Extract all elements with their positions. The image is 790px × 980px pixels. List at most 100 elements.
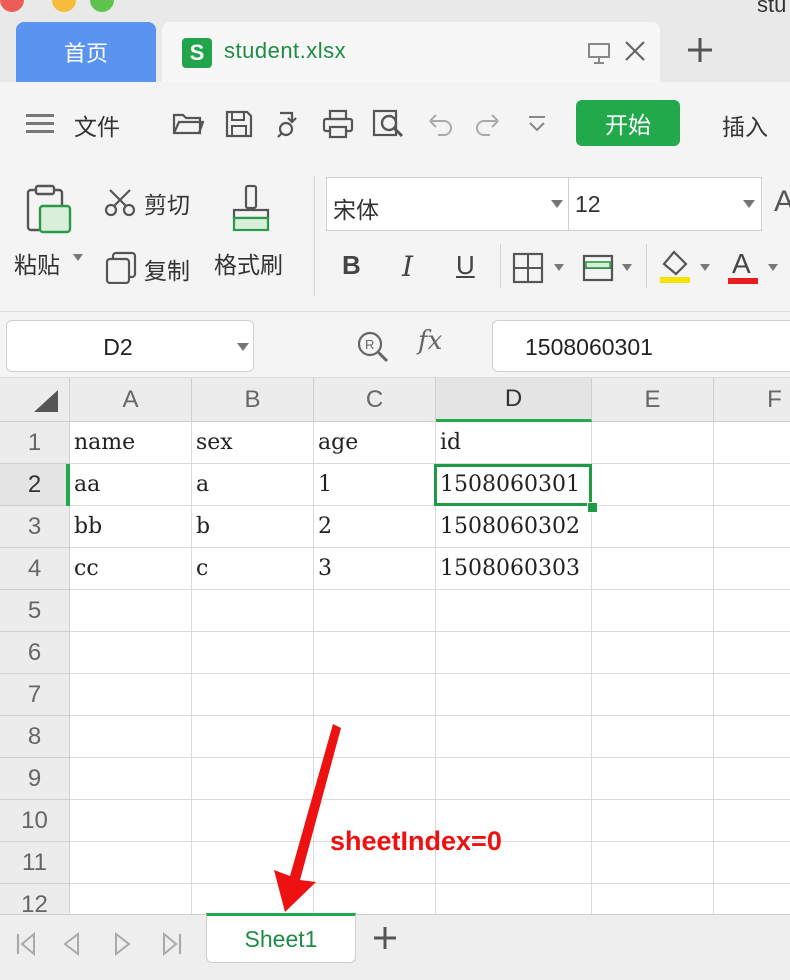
cell-f10[interactable] bbox=[714, 800, 790, 842]
cell-c1[interactable]: age bbox=[314, 422, 436, 464]
cell-f8[interactable] bbox=[714, 716, 790, 758]
undo-icon[interactable] bbox=[426, 109, 454, 137]
cell-f3[interactable] bbox=[714, 506, 790, 548]
save-icon[interactable] bbox=[224, 109, 254, 139]
cell-e8[interactable] bbox=[592, 716, 714, 758]
select-all-corner[interactable] bbox=[0, 378, 70, 422]
cell-b1[interactable]: sex bbox=[192, 422, 314, 464]
row-header-4[interactable]: 4 bbox=[0, 548, 70, 590]
cell-a4[interactable]: cc bbox=[70, 548, 192, 590]
minimize-window-button[interactable] bbox=[52, 0, 76, 12]
cell-e3[interactable] bbox=[592, 506, 714, 548]
cell-a3[interactable]: bb bbox=[70, 506, 192, 548]
font-size-select[interactable]: 12 bbox=[568, 177, 762, 231]
cell-c4[interactable]: 3 bbox=[314, 548, 436, 590]
file-menu[interactable]: 文件 bbox=[74, 108, 120, 142]
font-family-select[interactable]: 宋体 bbox=[326, 177, 568, 231]
tab-start[interactable]: 开始 bbox=[576, 100, 680, 146]
cell-f11[interactable] bbox=[714, 842, 790, 884]
merge-dropdown-arrow[interactable] bbox=[622, 264, 632, 271]
row-header-7[interactable]: 7 bbox=[0, 674, 70, 716]
cell-f4[interactable] bbox=[714, 548, 790, 590]
row-header-10[interactable]: 10 bbox=[0, 800, 70, 842]
cell-e5[interactable] bbox=[592, 590, 714, 632]
paste-dropdown-arrow[interactable] bbox=[73, 254, 83, 261]
bold-button[interactable]: B bbox=[342, 250, 361, 281]
cell-c2[interactable]: 1 bbox=[314, 464, 436, 506]
column-header-a[interactable]: A bbox=[70, 378, 192, 422]
cell-d3[interactable]: 1508060302 bbox=[436, 506, 592, 548]
cell-f6[interactable] bbox=[714, 632, 790, 674]
cell-f1[interactable] bbox=[714, 422, 790, 464]
print-icon[interactable] bbox=[322, 109, 354, 139]
cell-c5[interactable] bbox=[314, 590, 436, 632]
paste-button[interactable]: 粘贴 bbox=[14, 246, 60, 280]
redo-icon[interactable] bbox=[474, 109, 502, 137]
next-sheet-icon[interactable] bbox=[112, 931, 134, 957]
cell-c9[interactable] bbox=[314, 758, 436, 800]
column-header-c[interactable]: C bbox=[314, 378, 436, 422]
cell-b3[interactable]: b bbox=[192, 506, 314, 548]
cell-a6[interactable] bbox=[70, 632, 192, 674]
font-color-dropdown-arrow[interactable] bbox=[768, 264, 778, 271]
format-painter-button[interactable]: 格式刷 bbox=[214, 246, 283, 280]
tab-insert[interactable]: 插入 bbox=[722, 108, 768, 142]
cell-c7[interactable] bbox=[314, 674, 436, 716]
increase-font-button[interactable]: A bbox=[774, 185, 790, 219]
font-color-button[interactable]: A bbox=[732, 248, 751, 280]
cell-c3[interactable]: 2 bbox=[314, 506, 436, 548]
merge-cells-icon[interactable] bbox=[582, 252, 614, 284]
cell-a5[interactable] bbox=[70, 590, 192, 632]
cell-c8[interactable] bbox=[314, 716, 436, 758]
cell-b8[interactable] bbox=[192, 716, 314, 758]
first-sheet-icon[interactable] bbox=[14, 931, 38, 957]
cell-e1[interactable] bbox=[592, 422, 714, 464]
cell-e9[interactable] bbox=[592, 758, 714, 800]
print-preview-icon[interactable] bbox=[372, 109, 406, 139]
cell-f9[interactable] bbox=[714, 758, 790, 800]
cell-e7[interactable] bbox=[592, 674, 714, 716]
cell-b7[interactable] bbox=[192, 674, 314, 716]
italic-button[interactable]: I bbox=[402, 250, 413, 283]
cell-a12[interactable] bbox=[70, 884, 192, 914]
cell-e11[interactable] bbox=[592, 842, 714, 884]
cell-a7[interactable] bbox=[70, 674, 192, 716]
name-box[interactable]: D2 bbox=[6, 320, 254, 372]
monitor-icon[interactable] bbox=[586, 40, 612, 66]
cell-a11[interactable] bbox=[70, 842, 192, 884]
open-folder-icon[interactable] bbox=[172, 109, 204, 137]
row-header-11[interactable]: 11 bbox=[0, 842, 70, 884]
row-header-6[interactable]: 6 bbox=[0, 632, 70, 674]
cell-c12[interactable] bbox=[314, 884, 436, 914]
copy-button[interactable]: 复制 bbox=[144, 252, 190, 286]
cut-button[interactable]: 剪切 bbox=[144, 186, 190, 220]
cell-b2[interactable]: a bbox=[192, 464, 314, 506]
row-header-3[interactable]: 3 bbox=[0, 506, 70, 548]
fill-color-icon[interactable] bbox=[658, 248, 692, 284]
fill-handle[interactable] bbox=[587, 502, 598, 513]
tab-home[interactable]: 首页 bbox=[16, 22, 156, 82]
border-dropdown-arrow[interactable] bbox=[554, 264, 564, 271]
cell-a1[interactable]: name bbox=[70, 422, 192, 464]
cell-b10[interactable] bbox=[192, 800, 314, 842]
customize-toolbar-icon[interactable] bbox=[526, 109, 548, 137]
cell-d5[interactable] bbox=[436, 590, 592, 632]
cell-a2[interactable]: aa bbox=[70, 464, 192, 506]
scissors-icon[interactable] bbox=[104, 188, 136, 218]
cell-d1[interactable]: id bbox=[436, 422, 592, 464]
cell-e12[interactable] bbox=[592, 884, 714, 914]
previous-sheet-icon[interactable] bbox=[60, 931, 82, 957]
row-header-1[interactable]: 1 bbox=[0, 422, 70, 464]
column-header-f[interactable]: F bbox=[714, 378, 790, 422]
cell-e10[interactable] bbox=[592, 800, 714, 842]
fill-color-dropdown-arrow[interactable] bbox=[700, 264, 710, 271]
cell-e2[interactable] bbox=[592, 464, 714, 506]
paste-icon[interactable] bbox=[24, 184, 74, 236]
row-header-9[interactable]: 9 bbox=[0, 758, 70, 800]
cell-a10[interactable] bbox=[70, 800, 192, 842]
column-header-b[interactable]: B bbox=[192, 378, 314, 422]
cell-c6[interactable] bbox=[314, 632, 436, 674]
export-icon[interactable] bbox=[274, 109, 304, 139]
cell-a9[interactable] bbox=[70, 758, 192, 800]
cell-d6[interactable] bbox=[436, 632, 592, 674]
